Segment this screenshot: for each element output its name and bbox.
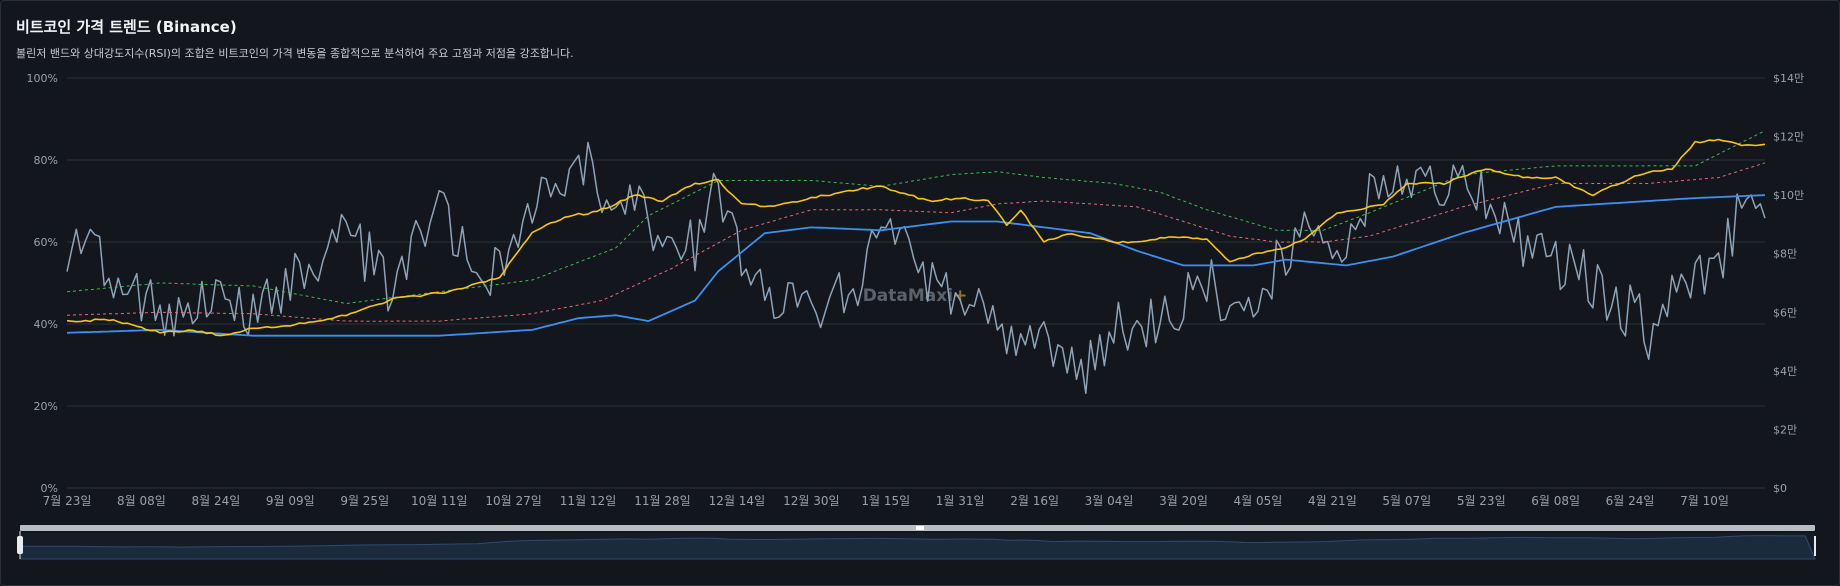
x-tick-label: 6월 08일 <box>1531 494 1580 508</box>
x-tick-label: 7월 23일 <box>43 494 92 508</box>
zoom-slider[interactable] <box>17 525 1816 560</box>
left-tick-label: 80% <box>34 154 58 167</box>
x-tick-label: 4월 21일 <box>1308 494 1357 508</box>
right-tick-label: $12만 <box>1773 131 1804 144</box>
right-tick-label: $4만 <box>1773 365 1797 378</box>
series-layer <box>66 130 1766 395</box>
right-axis: $0 $2만 $4만 $6만 $8만 $10만 $12만 $14만 <box>1773 72 1804 495</box>
x-tick-label: 7월 10일 <box>1680 494 1729 508</box>
x-tick-label: 8월 08일 <box>117 494 166 508</box>
left-axis: 0%20%40%60%80%100% <box>27 72 58 495</box>
x-tick-label: 8월 24일 <box>191 494 240 508</box>
x-tick-label: 9월 25일 <box>340 494 389 508</box>
left-tick-label: 100% <box>27 72 58 85</box>
watermark-logo: DataMaxi+ <box>863 286 968 306</box>
grid-lines <box>67 77 1765 489</box>
x-tick-label: 12월 14일 <box>709 494 765 508</box>
x-tick-label: 1월 15일 <box>861 494 910 508</box>
left-tick-label: 40% <box>34 318 58 331</box>
x-tick-label: 1월 31일 <box>936 494 985 508</box>
x-tick-label: 11월 12일 <box>560 494 616 508</box>
left-tick-label: 60% <box>34 236 58 249</box>
left-tick-label: 20% <box>34 400 58 413</box>
right-tick-label: $2만 <box>1773 423 1797 436</box>
right-tick-label: $14만 <box>1773 72 1804 85</box>
zoom-grip-icon[interactable] <box>916 526 924 530</box>
x-tick-label: 5월 23일 <box>1457 494 1506 508</box>
right-tick-label: $0 <box>1773 482 1787 495</box>
x-tick-label: 12월 30일 <box>783 494 839 508</box>
x-tick-label: 11월 28일 <box>634 494 690 508</box>
price-chart[interactable]: 0%20%40%60%80%100% $0$2만$4만$6만$8만$10만$12… <box>0 0 1840 586</box>
x-tick-label: 9월 09일 <box>266 494 315 508</box>
x-tick-label: 10월 11일 <box>411 494 467 508</box>
x-tick-label: 2월 16일 <box>1010 494 1059 508</box>
x-tick-label: 6월 24일 <box>1606 494 1655 508</box>
x-axis: 7월 23일 8월 08일 8월 24일 9월 09일 9월 25일 10월 11일 10월… <box>43 494 1729 508</box>
x-tick-label: 3월 20일 <box>1159 494 1208 508</box>
x-tick-label: 4월 05일 <box>1234 494 1283 508</box>
right-tick-label: $8만 <box>1773 248 1797 261</box>
upper-band-line <box>66 130 1766 305</box>
x-tick-label: 5월 07일 <box>1382 494 1431 508</box>
right-tick-label: $6만 <box>1773 306 1797 319</box>
right-tick-label: $10만 <box>1773 189 1804 202</box>
rsi-line <box>66 141 1766 395</box>
x-tick-label: 10월 27일 <box>485 494 541 508</box>
x-tick-label: 3월 04일 <box>1085 494 1134 508</box>
price-line <box>66 138 1766 337</box>
